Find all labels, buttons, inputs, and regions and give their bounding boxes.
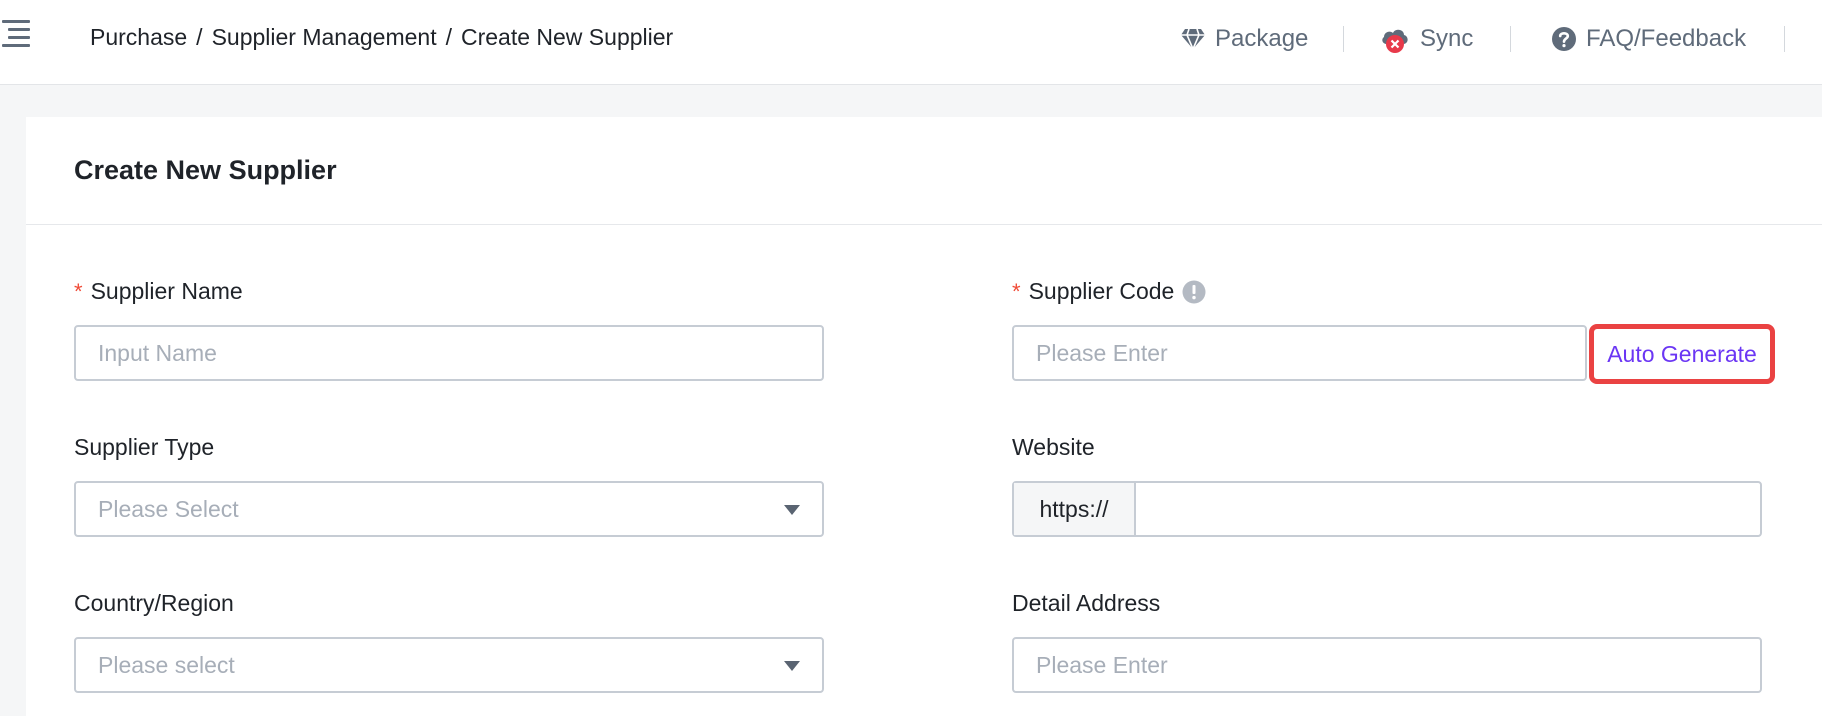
create-supplier-card: Create New Supplier * Supplier Name Inpu…	[26, 117, 1822, 716]
info-icon[interactable]	[1182, 280, 1206, 304]
supplier-code-label-text: Supplier Code	[1028, 278, 1175, 304]
detail-address-label-text: Detail Address	[1012, 590, 1161, 616]
supplier-type-select[interactable]: Please Select	[74, 481, 824, 537]
cloud-sync-error-icon	[1382, 29, 1408, 53]
website-protocol-prefix: https://	[1014, 483, 1136, 535]
supplier-name-label-text: Supplier Name	[90, 278, 243, 304]
detail-address-label: Detail Address	[1012, 590, 1160, 617]
sync-label: Sync	[1420, 25, 1474, 52]
website-input-group: https://	[1012, 481, 1762, 537]
required-marker: *	[74, 278, 83, 304]
detail-address-input[interactable]: Please Enter	[1012, 637, 1762, 693]
top-bar: Purchase / Supplier Management / Create New …	[0, 0, 1822, 85]
website-input[interactable]	[1138, 483, 1760, 535]
auto-generate-button[interactable]: Auto Generate	[1589, 324, 1775, 384]
supplier-type-placeholder: Please Select	[98, 495, 239, 522]
caret-down-icon	[784, 661, 800, 671]
package-button[interactable]: Package	[1180, 22, 1308, 56]
question-circle-icon	[1552, 27, 1576, 51]
supplier-type-label-text: Supplier Type	[74, 434, 215, 460]
faq-feedback-button[interactable]: FAQ/Feedback	[1551, 22, 1746, 56]
menu-toggle-icon[interactable]	[2, 20, 32, 52]
supplier-code-label: * Supplier Code	[1012, 278, 1206, 305]
page-title: Create New Supplier	[74, 155, 337, 185]
breadcrumb-item-current: Create New Supplier	[460, 24, 674, 50]
breadcrumb: Purchase / Supplier Management / Create New …	[90, 24, 673, 51]
supplier-name-placeholder: Input Name	[98, 339, 217, 366]
supplier-name-input[interactable]: Input Name	[74, 325, 824, 381]
supplier-code-input[interactable]: Please Enter	[1012, 325, 1587, 381]
package-label: Package	[1215, 25, 1309, 52]
diamond-icon	[1181, 28, 1205, 50]
faq-feedback-label: FAQ/Feedback	[1586, 25, 1747, 52]
caret-down-icon	[784, 505, 800, 515]
country-region-select[interactable]: Please select	[74, 637, 824, 693]
detail-address-placeholder: Please Enter	[1036, 651, 1168, 678]
breadcrumb-separator: /	[445, 24, 452, 50]
breadcrumb-item-purchase[interactable]: Purchase	[90, 24, 187, 50]
supplier-code-placeholder: Please Enter	[1036, 339, 1168, 366]
breadcrumb-separator: /	[196, 24, 203, 50]
divider	[1784, 26, 1785, 52]
breadcrumb-item-supplier-management[interactable]: Supplier Management	[212, 24, 437, 50]
country-region-placeholder: Please select	[98, 651, 235, 678]
country-region-label: Country/Region	[74, 590, 234, 617]
divider	[1510, 26, 1511, 52]
website-label: Website	[1012, 434, 1095, 461]
supplier-type-label: Supplier Type	[74, 434, 214, 461]
supplier-name-label: * Supplier Name	[74, 278, 243, 305]
sync-button[interactable]: Sync	[1379, 22, 1473, 56]
required-marker: *	[1012, 278, 1021, 304]
website-label-text: Website	[1012, 434, 1095, 460]
card-header: Create New Supplier	[26, 117, 1822, 225]
divider	[1343, 26, 1344, 52]
country-region-label-text: Country/Region	[74, 590, 234, 616]
